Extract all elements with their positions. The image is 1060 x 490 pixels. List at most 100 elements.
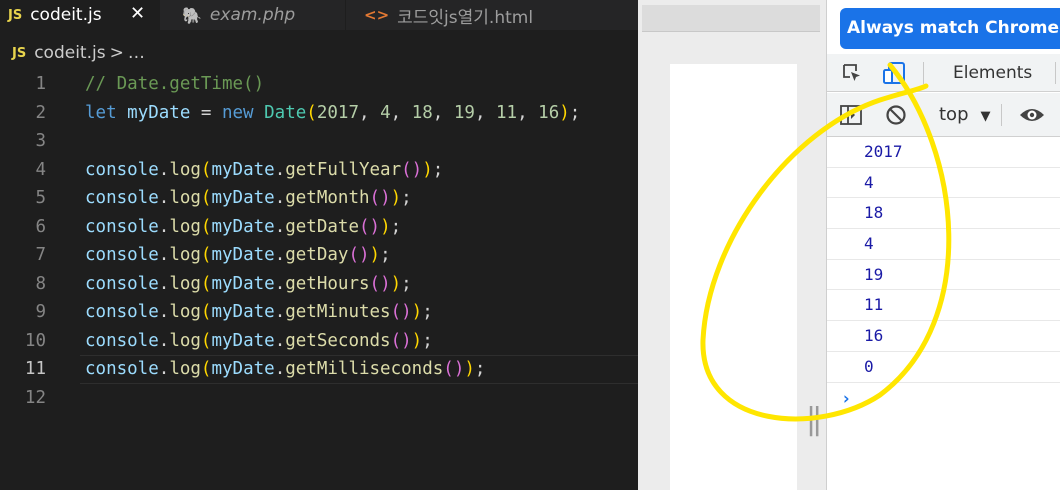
code-token: , bbox=[390, 102, 412, 123]
code-token: . bbox=[274, 273, 286, 294]
code-line[interactable]: 5 console.log(myDate.getMonth()); bbox=[0, 184, 638, 213]
code-token: . bbox=[158, 330, 170, 351]
code-token: ; bbox=[401, 273, 412, 294]
code-token: // Date.getTime() bbox=[85, 74, 265, 94]
code-token: ( bbox=[200, 330, 212, 351]
code-token: ( bbox=[200, 302, 212, 322]
code-token: () bbox=[369, 273, 391, 294]
code-line[interactable]: 11 console.log(myDate.getMilliseconds()); bbox=[0, 355, 638, 384]
line-number: 1 bbox=[35, 74, 46, 94]
breadcrumb[interactable]: JS codeit.js > … bbox=[0, 38, 145, 68]
code-token: myDate bbox=[211, 245, 275, 265]
code-line[interactable]: 7 console.log(myDate.getDay()); bbox=[0, 241, 638, 270]
code-token: () bbox=[369, 188, 391, 208]
code-token: myDate bbox=[211, 359, 275, 379]
code-line[interactable]: 3 bbox=[0, 127, 638, 156]
console-output: 2017 4 18 4 19 11 16 0 › bbox=[827, 137, 1060, 415]
console-log-row: 16 bbox=[827, 321, 1060, 352]
code-line[interactable]: 6 console.log(myDate.getDate()); bbox=[0, 213, 638, 242]
line-number: 9 bbox=[35, 302, 46, 322]
tab-elements[interactable]: Elements bbox=[953, 54, 1032, 92]
code-line[interactable]: 4 console.log(myDate.getFullYear()); bbox=[0, 156, 638, 185]
console-toolbar: top ▼ bbox=[827, 93, 1060, 137]
js-file-icon: JS bbox=[8, 7, 23, 23]
code-token: () bbox=[390, 330, 412, 351]
code-token: . bbox=[158, 359, 170, 379]
tab-label: codeit.js bbox=[30, 5, 102, 25]
chevron-right-icon: > bbox=[109, 43, 124, 63]
tab-label: 코드잇js열기.html bbox=[397, 7, 534, 28]
code-token: ; bbox=[569, 102, 581, 123]
code-token: ) bbox=[559, 102, 570, 123]
tab-exam-php[interactable]: 🐘 exam.php bbox=[160, 0, 346, 30]
code-token: . bbox=[274, 330, 286, 351]
sidebar-icon[interactable] bbox=[839, 104, 863, 126]
toolbar-divider bbox=[1055, 62, 1056, 84]
code-token: ) bbox=[411, 330, 423, 351]
breadcrumb-file[interactable]: codeit.js bbox=[34, 43, 105, 63]
resize-handle-icon[interactable]: || bbox=[806, 402, 822, 437]
tab-codeit-js[interactable]: JS codeit.js ✕ bbox=[0, 0, 160, 30]
devtools-panel: Always match Chrome's language Elements … bbox=[827, 0, 1060, 490]
code-token: ( bbox=[200, 188, 212, 208]
code-token: () bbox=[443, 359, 465, 379]
code-line[interactable]: 12 bbox=[0, 384, 638, 413]
code-token: 16 bbox=[538, 102, 560, 123]
code-text: // Date.getTime() bbox=[85, 70, 264, 99]
code-token: . bbox=[158, 159, 170, 180]
code-token: console bbox=[85, 159, 159, 180]
code-token: . bbox=[158, 188, 170, 208]
code-token: log bbox=[169, 359, 201, 379]
line-number: 10 bbox=[24, 330, 46, 351]
device-toggle-icon[interactable] bbox=[882, 61, 906, 85]
code-line[interactable]: 2 let myDate = new Date(2017, 4, 18, 19, … bbox=[0, 99, 638, 128]
eye-icon[interactable] bbox=[1018, 104, 1046, 126]
context-selector[interactable]: top ▼ bbox=[939, 93, 991, 137]
caret-down-icon: ▼ bbox=[980, 109, 991, 124]
code-line[interactable]: 1 // Date.getTime() bbox=[0, 70, 638, 99]
tab-codeit-html[interactable]: <> 코드잇js열기.html bbox=[346, 0, 566, 30]
clear-console-icon[interactable] bbox=[885, 104, 907, 126]
code-token: () bbox=[348, 245, 370, 265]
code-text: let myDate = new Date(2017, 4, 18, 19, 1… bbox=[85, 99, 580, 128]
line-number: 6 bbox=[35, 216, 46, 237]
code-token: ; bbox=[390, 216, 402, 237]
code-token: ) bbox=[380, 216, 391, 237]
code-token: myDate bbox=[211, 159, 275, 180]
code-token: getMinutes bbox=[285, 302, 391, 322]
code-token: ) bbox=[369, 245, 381, 265]
code-token: ) bbox=[390, 273, 402, 294]
code-text: console.log(myDate.getMinutes()); bbox=[85, 298, 433, 327]
code-text: console.log(myDate.getMonth()); bbox=[85, 184, 412, 213]
code-token: new bbox=[221, 102, 254, 123]
breadcrumb-symbol[interactable]: … bbox=[128, 43, 145, 63]
code-token: console bbox=[85, 216, 159, 237]
code-token: getFullYear bbox=[285, 159, 402, 180]
code-token: ; bbox=[380, 245, 391, 265]
code-token: console bbox=[85, 188, 159, 208]
close-icon[interactable]: ✕ bbox=[130, 3, 145, 24]
js-file-icon: JS bbox=[12, 45, 27, 61]
code-token: ( bbox=[200, 245, 212, 265]
code-token: () bbox=[401, 159, 423, 180]
console-log-row: 4 bbox=[827, 168, 1060, 199]
language-banner-button[interactable]: Always match Chrome's language bbox=[840, 8, 1060, 49]
code-text: console.log(myDate.getDate()); bbox=[85, 213, 401, 242]
console-prompt[interactable]: › bbox=[827, 383, 1060, 415]
line-number: 7 bbox=[35, 245, 46, 265]
code-token: . bbox=[274, 159, 286, 180]
inspect-icon[interactable] bbox=[841, 62, 863, 84]
code-token: console bbox=[85, 245, 159, 265]
code-line[interactable]: 10 console.log(myDate.getSeconds()); bbox=[0, 327, 638, 356]
code-line[interactable]: 9 console.log(myDate.getMinutes()); bbox=[0, 298, 638, 327]
code-area[interactable]: 1 // Date.getTime() 2 let myDate = new Date… bbox=[0, 70, 638, 412]
code-line[interactable]: 8 console.log(myDate.getHours()); bbox=[0, 270, 638, 299]
code-token: myDate bbox=[211, 330, 275, 351]
page-viewport[interactable] bbox=[670, 64, 797, 490]
code-token: . bbox=[274, 216, 286, 237]
code-token: ( bbox=[306, 102, 317, 123]
code-token: log bbox=[169, 159, 201, 180]
code-editor: JS codeit.js ✕ 🐘 exam.php <> 코드잇js열기.htm… bbox=[0, 0, 638, 490]
line-number: 5 bbox=[35, 188, 46, 208]
code-token: , bbox=[474, 102, 497, 123]
